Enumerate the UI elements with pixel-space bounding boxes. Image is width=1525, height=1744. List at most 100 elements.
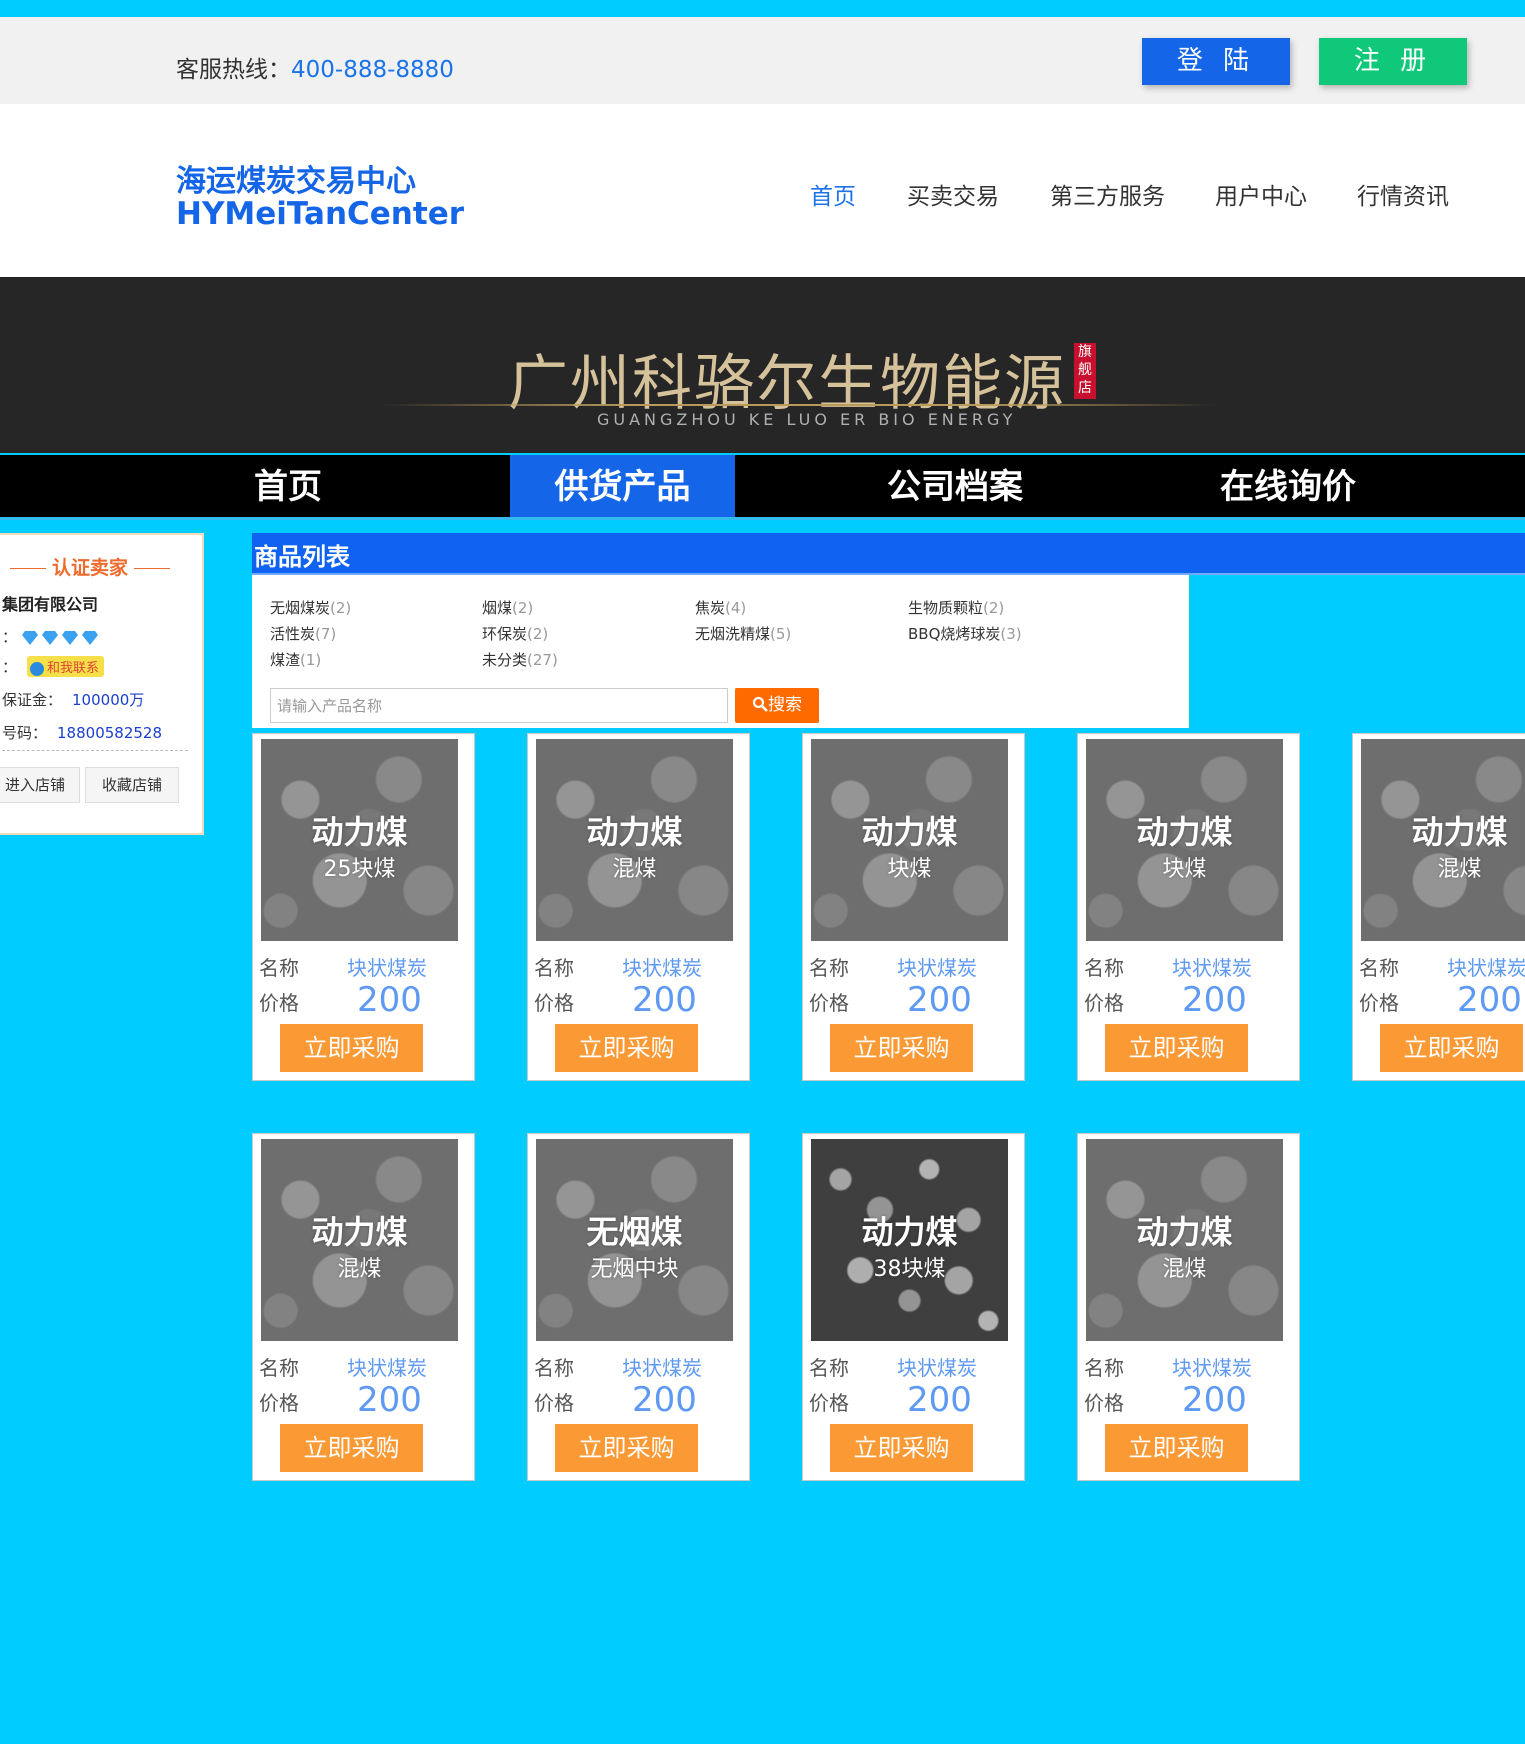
product-image-title: 无烟煤 (586, 1213, 683, 1251)
product-card[interactable]: 动力煤 块煤 名称 块状煤炭 价格 200 立即采购 (1077, 733, 1300, 1081)
product-name[interactable]: 块状煤炭 (622, 1352, 702, 1381)
product-price: 200 (907, 1380, 972, 1420)
product-card[interactable]: 无烟煤无烟中块名称 块状煤炭价格 200 立即采购 (527, 1133, 750, 1481)
product-card[interactable]: 动力煤 38块煤 名称 块状煤炭 价格 200 立即采购 (802, 1133, 1025, 1481)
price-label: 价格 (534, 991, 574, 1015)
hotline-number[interactable]: 400-888-8880 (291, 57, 454, 83)
product-card[interactable]: 动力煤 块煤 名称 块状煤炭 价格 200 立即采购 (802, 733, 1025, 1081)
product-price: 200 (1182, 1380, 1247, 1420)
product-image-subtitle: 混煤 (1162, 1257, 1207, 1282)
category-link[interactable]: 煤渣(1) (270, 649, 321, 670)
product-image[interactable]: 动力煤 块煤 (1086, 739, 1283, 941)
nav-user-center[interactable]: 用户中心 (1215, 177, 1307, 211)
register-button[interactable]: 注 册 (1319, 38, 1467, 85)
divider (2, 750, 188, 751)
product-image[interactable]: 动力煤 25块煤 (261, 739, 458, 941)
product-image[interactable]: 无烟煤 无烟中块 (536, 1139, 733, 1341)
product-price: 200 (632, 980, 697, 1020)
product-image-subtitle: 无烟中块 (590, 1257, 679, 1282)
price-label: 价格 (534, 1391, 574, 1415)
buy-now-button[interactable]: 立即采购 (1105, 1424, 1248, 1472)
buy-now-button[interactable]: 立即采购 (280, 1024, 423, 1072)
product-name[interactable]: 块状煤炭 (622, 952, 702, 981)
product-price: 200 (632, 1380, 697, 1420)
shop-tab-profile[interactable]: 公司档案 (855, 455, 1055, 519)
product-name[interactable]: 块状煤炭 (347, 952, 427, 981)
product-image[interactable]: 动力煤 混煤 (1086, 1139, 1283, 1341)
product-image[interactable]: 动力煤 混煤 (1361, 739, 1525, 941)
product-list-title: 商品列表 (254, 543, 350, 571)
diamond-icon (21, 630, 38, 645)
price-label: 价格 (259, 1391, 299, 1415)
buy-now-button[interactable]: 立即采购 (830, 1424, 973, 1472)
buy-now-button[interactable]: 立即采购 (830, 1024, 973, 1072)
favorite-shop-button[interactable]: 收藏店铺 (85, 767, 179, 803)
category-link[interactable]: BBQ烧烤球炭(3) (908, 623, 1022, 644)
shop-tab-products[interactable]: 供货产品 (510, 455, 735, 519)
banner-subtitle: GUANGZHOU KE LUO ER BIO ENERGY (597, 410, 1017, 429)
product-search-input[interactable]: 请输入产品名称 (270, 688, 728, 723)
name-label: 名称 (534, 1356, 574, 1380)
category-link[interactable]: 无烟煤炭(2) (270, 597, 351, 618)
product-name[interactable]: 块状煤炭 (897, 1352, 977, 1381)
buy-now-button[interactable]: 立即采购 (1105, 1024, 1248, 1072)
diamond-icon (61, 630, 78, 645)
product-image[interactable]: 动力煤 38块煤 (811, 1139, 1008, 1341)
seller-contact: ：和我联系 (2, 656, 105, 677)
product-card[interactable]: 动力煤 25块煤 名称 块状煤炭 价格 200 立即采购 (252, 733, 475, 1081)
product-card[interactable]: 动力煤 混煤 名称 块状煤炭 价格 200 立即采购 (252, 1133, 475, 1481)
category-link[interactable]: 烟煤(2) (482, 597, 533, 618)
buy-now-button[interactable]: 立即采购 (1380, 1024, 1523, 1072)
diamond-icon (81, 630, 98, 645)
product-image[interactable]: 动力煤 块煤 (811, 739, 1008, 941)
banner-divider (380, 404, 1216, 406)
product-name[interactable]: 块状煤炭 (1447, 952, 1525, 981)
category-link[interactable]: 焦炭(4) (695, 597, 746, 618)
site-header: 海运煤炭交易中心 HYMeiTanCenter 首页 买卖交易 第三方服务 用户… (0, 104, 1525, 277)
category-link[interactable]: 未分类(27) (482, 649, 558, 670)
contact-me-button[interactable]: 和我联系 (27, 656, 105, 677)
search-button[interactable]: 搜索 (735, 688, 819, 723)
product-image-title: 动力煤 (311, 1213, 408, 1251)
seller-card: 认证卖家 集团有限公司 ： ：和我联系 保证金： 100000万 号码： 18800… (0, 533, 204, 835)
search-icon (752, 696, 768, 712)
logo-chinese[interactable]: 海运煤炭交易中心 (176, 156, 416, 200)
buy-now-button[interactable]: 立即采购 (555, 1424, 698, 1472)
product-card[interactable]: 动力煤 混煤 名称 块状煤炭 价格 200 立即采购 (1352, 733, 1525, 1081)
enter-shop-button[interactable]: 进入店铺 (0, 767, 80, 803)
buy-now-button[interactable]: 立即采购 (280, 1424, 423, 1472)
category-link[interactable]: 无烟洗精煤(5) (695, 623, 791, 644)
name-label: 名称 (1359, 956, 1399, 980)
product-card[interactable]: 动力煤 混煤 名称 块状煤炭 价格 200 立即采购 (527, 733, 750, 1081)
shop-tab-home[interactable]: 首页 (188, 455, 388, 519)
seller-card-title: 认证卖家 (2, 553, 178, 580)
chat-icon (30, 661, 45, 676)
nav-market-news[interactable]: 行情资讯 (1357, 177, 1449, 211)
nav-home[interactable]: 首页 (810, 177, 856, 211)
product-name[interactable]: 块状煤炭 (1172, 952, 1252, 981)
nav-trading[interactable]: 买卖交易 (907, 177, 999, 211)
product-image[interactable]: 动力煤 混煤 (261, 1139, 458, 1341)
product-name[interactable]: 块状煤炭 (897, 952, 977, 981)
shop-tab-inquiry[interactable]: 在线询价 (1188, 455, 1388, 519)
product-image-subtitle: 混煤 (612, 857, 657, 882)
product-image-subtitle: 混煤 (337, 1257, 382, 1282)
product-image[interactable]: 动力煤 混煤 (536, 739, 733, 941)
product-image-title: 动力煤 (861, 1213, 958, 1251)
product-price: 200 (1182, 980, 1247, 1020)
product-name[interactable]: 块状煤炭 (347, 1352, 427, 1381)
category-link[interactable]: 活性炭(7) (270, 623, 336, 644)
top-bar: 客服热线：400-888-8880 登 陆 注 册 (0, 17, 1525, 104)
nav-third-party[interactable]: 第三方服务 (1050, 177, 1165, 211)
seller-phone: 号码： 18800582528 (2, 724, 162, 742)
category-link[interactable]: 环保炭(2) (482, 623, 548, 644)
product-name[interactable]: 块状煤炭 (1172, 1352, 1252, 1381)
product-card[interactable]: 动力煤 混煤 名称 块状煤炭 价格 200 立即采购 (1077, 1133, 1300, 1481)
seller-deposit: 保证金： 100000万 (2, 691, 145, 709)
logo-english[interactable]: HYMeiTanCenter (176, 196, 464, 232)
buy-now-button[interactable]: 立即采购 (555, 1024, 698, 1072)
login-button[interactable]: 登 陆 (1142, 38, 1290, 85)
banner-title: 广州科骆尔生物能源 (508, 349, 1066, 419)
category-link[interactable]: 生物质颗粒(2) (908, 597, 1004, 618)
category-filter: 无烟煤炭(2) 烟煤(2) 焦炭(4) 生物质颗粒(2) 活性炭(7) 环保炭(… (252, 575, 1189, 728)
